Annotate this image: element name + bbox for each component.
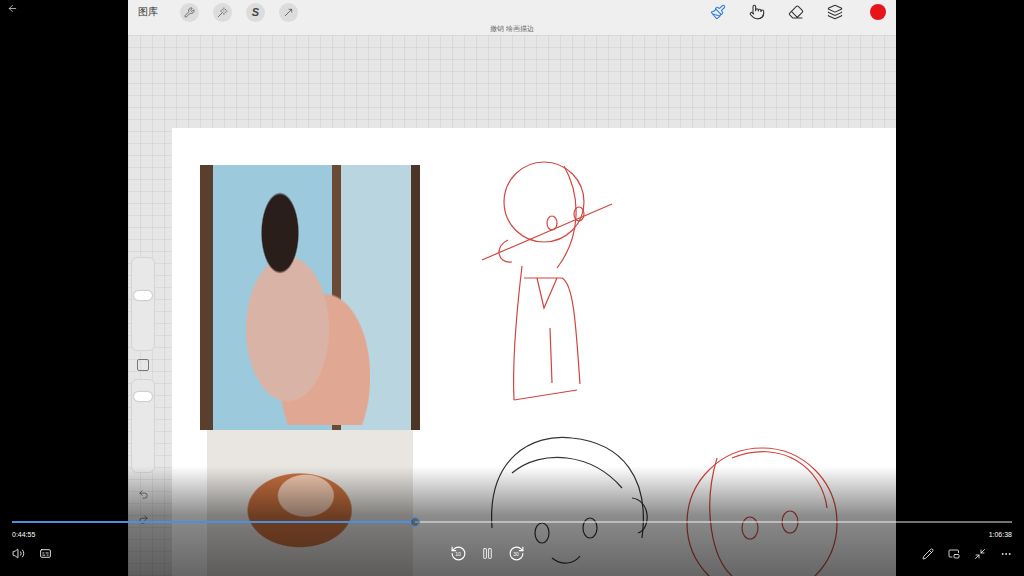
pen-icon[interactable] bbox=[922, 548, 934, 560]
exit-fullscreen-button[interactable] bbox=[974, 548, 986, 560]
duration-time: 1:06:38 bbox=[989, 531, 1012, 538]
back-button[interactable] bbox=[7, 3, 18, 14]
left-actions: 图库 S bbox=[138, 3, 298, 22]
tool-button[interactable] bbox=[825, 2, 845, 22]
annotate-button[interactable] bbox=[922, 548, 934, 560]
right-tools bbox=[708, 2, 886, 22]
video-player: 图库 S 撤销 绘画描边 0:44:55 1:06:38 10 30 bbox=[0, 0, 1024, 576]
left-controls bbox=[12, 547, 52, 560]
reference-photo bbox=[200, 165, 420, 430]
wand-icon[interactable] bbox=[217, 7, 228, 18]
undo-toast: 撤销 绘画描边 bbox=[128, 24, 896, 33]
transform-button[interactable] bbox=[279, 3, 298, 22]
volume-icon[interactable] bbox=[12, 547, 25, 560]
volume-button[interactable] bbox=[12, 547, 25, 560]
selection-button[interactable]: S bbox=[246, 3, 265, 22]
actions-button[interactable] bbox=[180, 3, 199, 22]
miniplayer-icon[interactable] bbox=[948, 548, 960, 560]
skip-forward-label: 30 bbox=[508, 551, 525, 557]
shrink-icon[interactable] bbox=[974, 548, 986, 560]
photo-subject bbox=[220, 185, 370, 425]
toolbar-row: 图库 S bbox=[128, 0, 896, 24]
back-arrow-icon[interactable] bbox=[7, 3, 18, 14]
captions-button[interactable] bbox=[39, 547, 52, 560]
color-swatch[interactable] bbox=[870, 4, 886, 20]
tool-button[interactable] bbox=[747, 2, 767, 22]
smudge-icon[interactable] bbox=[749, 4, 765, 20]
skip-back-button[interactable]: 10 bbox=[450, 545, 467, 562]
miniplayer-button[interactable] bbox=[948, 548, 960, 560]
size-slider[interactable] bbox=[131, 257, 155, 351]
tool-button[interactable] bbox=[708, 2, 728, 22]
player-controls: 0:44:55 1:06:38 10 30 bbox=[0, 466, 1024, 576]
arrow-icon[interactable] bbox=[283, 7, 294, 18]
gallery-button[interactable]: 图库 bbox=[138, 5, 158, 19]
center-controls: 10 30 bbox=[450, 545, 525, 562]
skip-forward-button[interactable]: 30 bbox=[508, 545, 525, 562]
tool-button[interactable] bbox=[786, 2, 806, 22]
brush-icon[interactable] bbox=[710, 4, 726, 20]
skip-back-label: 10 bbox=[450, 551, 467, 557]
layers-icon[interactable] bbox=[827, 4, 843, 20]
slider-thumb[interactable] bbox=[134, 392, 152, 401]
pause-icon[interactable] bbox=[481, 547, 494, 560]
more-button[interactable] bbox=[1000, 548, 1012, 560]
opacity-slider[interactable] bbox=[131, 379, 155, 473]
progress-bar[interactable] bbox=[12, 521, 1012, 523]
time-row: 0:44:55 1:06:38 bbox=[12, 531, 1012, 538]
more-icon[interactable] bbox=[1000, 548, 1012, 560]
elapsed-time: 0:44:55 bbox=[12, 531, 35, 538]
eraser-icon[interactable] bbox=[788, 4, 804, 20]
captions-icon[interactable] bbox=[39, 547, 52, 560]
play-pause-button[interactable] bbox=[481, 547, 494, 560]
modify-button[interactable] bbox=[137, 359, 149, 371]
progress-fill bbox=[12, 521, 415, 523]
progress-thumb[interactable] bbox=[410, 517, 420, 527]
control-row: 10 30 bbox=[12, 545, 1012, 562]
adjustments-button[interactable] bbox=[213, 3, 232, 22]
right-controls bbox=[922, 548, 1012, 560]
slider-thumb[interactable] bbox=[134, 291, 152, 300]
wrench-icon[interactable] bbox=[184, 7, 195, 18]
procreate-toolbar: 图库 S 撤销 绘画描边 bbox=[128, 0, 896, 35]
